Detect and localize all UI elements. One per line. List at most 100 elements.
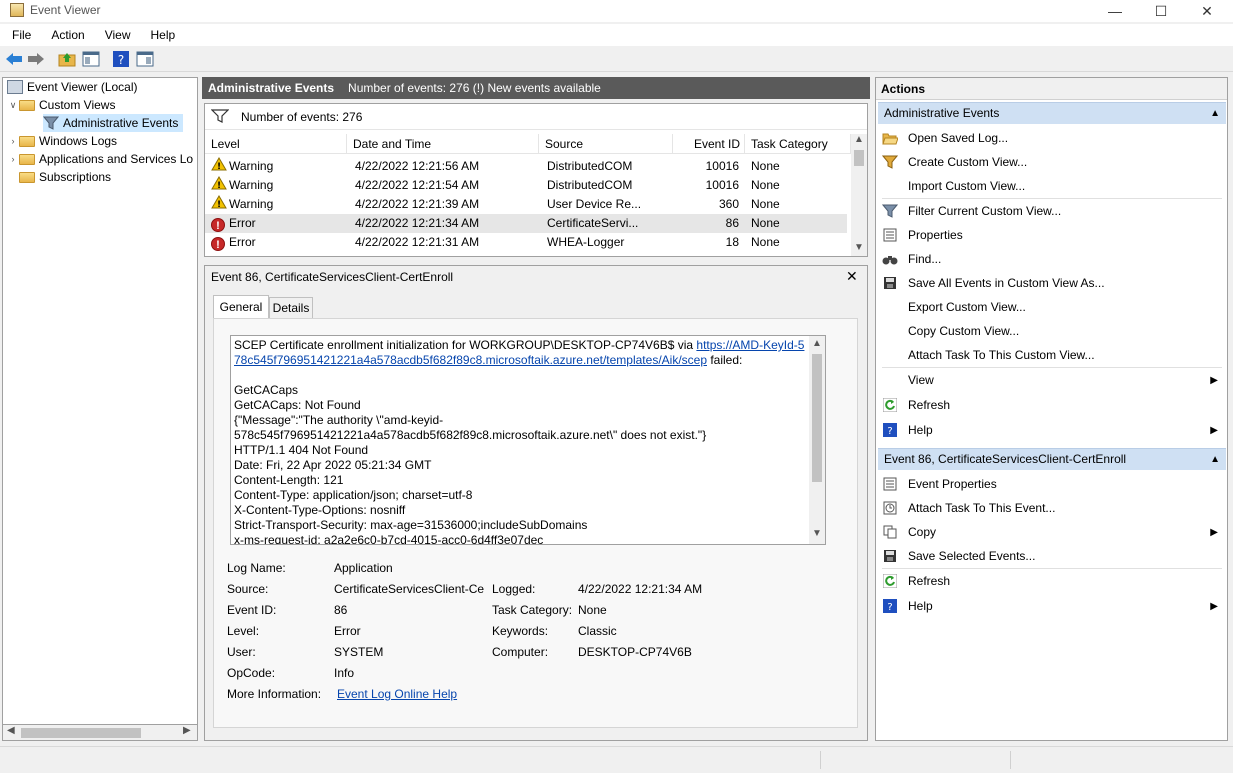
collapsed-chevron-icon[interactable]: › <box>7 136 19 146</box>
row-level: Warning <box>229 197 274 211</box>
action-export-custom-view[interactable]: Export Custom View... <box>882 296 1222 318</box>
log-name-value[interactable]: Application <box>334 561 393 575</box>
scroll-right-icon[interactable]: ▶ <box>183 725 191 736</box>
table-row[interactable]: ! Warning 4/22/2022 12:21:39 AM User Dev… <box>205 195 847 214</box>
section-event-86[interactable]: Event 86, CertificateServicesClient-Cert… <box>878 448 1226 470</box>
table-row[interactable]: ! Error 4/22/2022 12:21:31 AM WHEA-Logge… <box>205 233 847 252</box>
action-copy[interactable]: Copy ▶ <box>882 521 1222 543</box>
collapse-caret-icon[interactable]: ▲ <box>1210 449 1220 470</box>
scroll-up-icon[interactable]: ▲ <box>854 134 864 145</box>
user-value[interactable]: SYSTEM <box>334 645 383 659</box>
logged-value[interactable]: 4/22/2022 12:21:34 AM <box>578 582 702 596</box>
maximize-button[interactable]: ☐ <box>1138 0 1184 22</box>
filter-icon <box>42 116 60 130</box>
scroll-down-icon[interactable]: ▼ <box>812 528 822 539</box>
scroll-up-icon[interactable]: ▲ <box>812 338 822 349</box>
column-source[interactable]: Source <box>539 134 673 154</box>
event-log-online-help-link[interactable]: Event Log Online Help <box>337 687 457 701</box>
action-copy-custom-view[interactable]: Copy Custom View... <box>882 320 1222 342</box>
tree-node-windows-logs[interactable]: › Windows Logs <box>7 132 118 150</box>
close-button[interactable]: ✕ <box>1184 0 1230 22</box>
column-task-category[interactable]: Task Category <box>745 134 851 154</box>
action-filter-current-custom-view[interactable]: Filter Current Custom View... <box>882 200 1222 222</box>
tab-general[interactable]: General <box>213 295 269 319</box>
column-date-time[interactable]: Date and Time <box>347 134 539 154</box>
action-open-saved-log[interactable]: Open Saved Log... <box>882 127 1222 149</box>
toolbar: ? <box>0 46 1233 72</box>
up-folder-icon[interactable] <box>58 50 76 68</box>
row-date: 4/22/2022 12:21:56 AM <box>355 159 480 173</box>
column-event-id[interactable]: Event ID <box>673 134 745 154</box>
collapse-caret-icon[interactable]: ▲ <box>1210 103 1220 124</box>
table-row-selected[interactable]: ! Error 4/22/2022 12:21:34 AM Certificat… <box>205 214 847 233</box>
event-message-box[interactable]: SCEP Certificate enrollment initializati… <box>230 335 826 545</box>
collapsed-chevron-icon[interactable]: › <box>7 154 19 164</box>
action-help[interactable]: ? Help ▶ <box>882 419 1222 441</box>
keywords-value[interactable]: Classic <box>578 624 617 638</box>
message-vertical-scrollbar[interactable]: ▲ ▼ <box>809 336 825 544</box>
action-event-properties[interactable]: Event Properties <box>882 473 1222 495</box>
expanded-chevron-icon[interactable]: ∨ <box>7 100 19 111</box>
menu-file[interactable]: File <box>6 28 37 42</box>
center-header: Administrative Events Number of events: … <box>202 77 870 99</box>
scrollbar-thumb[interactable] <box>21 728 141 738</box>
warning-icon: ! <box>211 176 227 191</box>
opcode-value[interactable]: Info <box>334 666 354 680</box>
scroll-left-icon[interactable]: ◀ <box>7 725 15 736</box>
action-save-selected-events[interactable]: Save Selected Events... <box>882 545 1222 567</box>
row-level: Warning <box>229 159 274 173</box>
more-information-label: More Information: <box>227 687 322 701</box>
row-source: DistributedCOM <box>547 159 633 173</box>
tree-node-custom-views[interactable]: ∨ Custom Views <box>7 96 116 114</box>
warning-icon: ! <box>211 195 227 210</box>
scrollbar-thumb[interactable] <box>812 354 822 482</box>
row-level: Error <box>229 235 256 249</box>
column-level[interactable]: Level <box>205 134 347 154</box>
help-toolbar-icon[interactable]: ? <box>112 50 130 68</box>
action-help-event[interactable]: ? Help ▶ <box>882 595 1222 617</box>
tab-details[interactable]: Details <box>269 297 313 319</box>
tree-node-applications-services[interactable]: › Applications and Services Lo <box>7 150 194 168</box>
tree-horizontal-scrollbar[interactable]: ◀ ▶ <box>2 724 198 741</box>
menu-help[interactable]: Help <box>145 28 182 42</box>
row-event-id: 10016 <box>705 178 739 192</box>
tree-node-administrative-events[interactable]: Administrative Events <box>42 114 183 132</box>
show-action-pane-icon[interactable] <box>136 50 154 68</box>
action-attach-task-event[interactable]: Attach Task To This Event... <box>882 497 1222 519</box>
task-category-label: Task Category: <box>492 603 573 617</box>
menu-view[interactable]: View <box>99 28 137 42</box>
show-hide-tree-icon[interactable] <box>82 50 100 68</box>
tree-node-root[interactable]: Event Viewer (Local) <box>7 78 138 96</box>
title-bar: Event Viewer — ☐ ✕ <box>0 0 1233 22</box>
level-value[interactable]: Error <box>334 624 361 638</box>
close-icon[interactable]: ✕ <box>846 268 858 285</box>
action-save-all-events[interactable]: Save All Events in Custom View As... <box>882 272 1222 294</box>
minimize-button[interactable]: — <box>1092 0 1138 22</box>
action-attach-task-custom-view[interactable]: Attach Task To This Custom View... <box>882 344 1222 366</box>
scrollbar-thumb[interactable] <box>854 150 864 166</box>
back-arrow-icon[interactable] <box>5 50 23 68</box>
action-refresh-event[interactable]: Refresh <box>882 570 1222 592</box>
computer-label: Computer: <box>492 645 549 659</box>
folder-icon <box>19 154 35 165</box>
table-row[interactable]: ! Warning 4/22/2022 12:21:56 AM Distribu… <box>205 157 847 176</box>
action-properties[interactable]: Properties <box>882 224 1222 246</box>
action-import-custom-view[interactable]: Import Custom View... <box>882 175 1222 197</box>
status-divider <box>820 751 821 769</box>
task-category-value[interactable]: None <box>578 603 607 617</box>
section-administrative-events[interactable]: Administrative Events ▲ <box>878 102 1226 124</box>
event-id-value[interactable]: 86 <box>334 603 347 617</box>
table-row[interactable]: ! Warning 4/22/2022 12:21:54 AM Distribu… <box>205 176 847 195</box>
action-view[interactable]: View ▶ <box>882 369 1222 391</box>
action-create-custom-view[interactable]: Create Custom View... <box>882 151 1222 173</box>
menu-action[interactable]: Action <box>45 28 90 42</box>
source-value[interactable]: CertificateServicesClient-Cer <box>334 582 484 596</box>
properties-icon <box>882 476 898 492</box>
computer-value[interactable]: DESKTOP-CP74V6B <box>578 645 692 659</box>
action-find[interactable]: Find... <box>882 248 1222 270</box>
forward-arrow-icon[interactable] <box>27 50 45 68</box>
action-refresh[interactable]: Refresh <box>882 394 1222 416</box>
tree-node-subscriptions[interactable]: Subscriptions <box>19 168 111 186</box>
scroll-down-icon[interactable]: ▼ <box>854 242 864 253</box>
events-vertical-scrollbar[interactable]: ▲ ▼ <box>851 134 867 256</box>
